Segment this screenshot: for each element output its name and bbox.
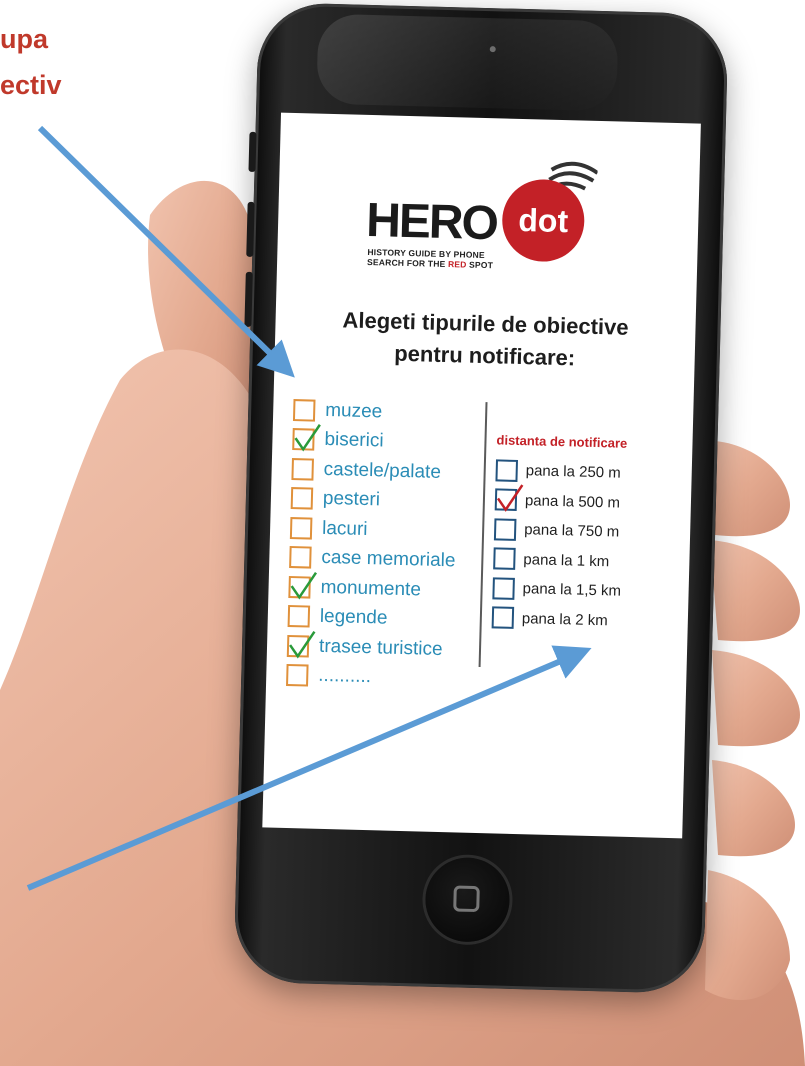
glare: [316, 13, 619, 112]
distance-checkbox[interactable]: [491, 606, 515, 630]
objective-checkbox[interactable]: [291, 457, 314, 481]
distance-checkbox[interactable]: [493, 547, 516, 571]
distance-label: pana la 1,5 km: [522, 580, 622, 600]
page-title: Alegeti tipurile de obiective pentru not…: [294, 303, 676, 377]
column-divider: [478, 402, 488, 668]
corner-caption: upa ectiv: [0, 16, 62, 108]
objective-type-item[interactable]: monumente: [288, 571, 455, 606]
distance-option[interactable]: pana la 750 m: [493, 514, 625, 547]
objective-label: ..........: [318, 665, 372, 688]
distance-label: pana la 750 m: [523, 521, 620, 541]
tagline-red: RED: [447, 259, 467, 270]
tagline-line2: SEARCH FOR THE RED SPOT: [367, 257, 493, 270]
distance-checkbox[interactable]: [493, 518, 517, 541]
objective-label: legende: [319, 606, 388, 629]
caption-line2: ectiv: [0, 70, 62, 100]
distance-options-list: pana la 250 m pana la 500 m pana la 750 m p…: [491, 455, 626, 635]
objective-label: muzee: [324, 399, 383, 423]
distance-option[interactable]: pana la 1,5 km: [492, 573, 623, 606]
logo-dot-text: dot: [517, 201, 569, 239]
logo-dot-circle: dot: [501, 178, 586, 263]
objective-type-item[interactable]: pesteri: [290, 484, 458, 518]
distance-label: pana la 500 m: [524, 491, 621, 512]
objective-type-list: muzee biserici castele/palate pesteri lacuri…: [286, 395, 460, 694]
distance-option[interactable]: pana la 2 km: [491, 603, 622, 636]
objective-label: lacuri: [321, 517, 368, 540]
distance-checkbox[interactable]: [494, 484, 524, 513]
tagline-prefix: SEARCH FOR THE: [367, 256, 449, 270]
distance-label: pana la 1 km: [523, 550, 610, 571]
tagline-suffix: SPOT: [466, 259, 494, 271]
objective-label: biserici: [324, 429, 384, 452]
caption-line1: upa: [0, 24, 49, 54]
objective-type-item[interactable]: castele/palate: [291, 454, 458, 488]
phone: HERO dot HISTORY GUIDE BY PHONE SEARCH F…: [233, 2, 729, 994]
objective-checkbox[interactable]: [288, 571, 318, 600]
objective-label: trasee turistice: [318, 635, 443, 660]
objective-checkbox[interactable]: [292, 398, 316, 422]
checkmark-icon: [294, 424, 321, 452]
checkmark-icon: [290, 571, 318, 600]
screen: HERO dot HISTORY GUIDE BY PHONE SEARCH F…: [262, 112, 701, 839]
objective-checkbox[interactable]: [292, 424, 321, 452]
objective-checkbox[interactable]: [290, 487, 314, 510]
distance-title: distanta de notificare: [496, 432, 628, 451]
mute-switch: [248, 131, 257, 172]
objective-type-item[interactable]: trasee turistice: [286, 630, 454, 665]
objective-label: pesteri: [322, 488, 381, 511]
herodot-logo: HERO dot HISTORY GUIDE BY PHONE SEARCH F…: [365, 155, 628, 272]
volume-down-button: [244, 271, 253, 327]
checkmark-icon: [289, 630, 316, 659]
logo-hero-text: HERO: [365, 193, 498, 251]
objective-checkbox[interactable]: [289, 516, 313, 540]
home-button[interactable]: [424, 856, 511, 943]
home-square-icon: [453, 885, 480, 913]
distance-checkbox[interactable]: [492, 577, 515, 600]
checkmark-icon: [496, 484, 524, 513]
objective-type-item[interactable]: ..........: [286, 660, 453, 694]
volume-up-button: [246, 201, 255, 257]
objective-type-item[interactable]: lacuri: [289, 513, 457, 547]
objective-label: castele/palate: [323, 458, 442, 483]
distance-label: pana la 250 m: [525, 462, 621, 482]
distance-checkbox[interactable]: [495, 459, 519, 482]
objective-label: case memoriale: [321, 547, 456, 572]
objective-label: monumente: [320, 576, 422, 601]
objective-checkbox[interactable]: [286, 630, 316, 659]
distance-option[interactable]: pana la 1 km: [493, 544, 624, 577]
distance-panel: distanta de notificare pana la 250 m pana…: [491, 432, 627, 635]
objective-type-item[interactable]: biserici: [292, 424, 459, 459]
objective-checkbox[interactable]: [286, 664, 309, 687]
distance-option[interactable]: pana la 500 m: [494, 484, 626, 518]
logo-tagline: HISTORY GUIDE BY PHONE SEARCH FOR THE RE…: [367, 247, 493, 270]
objective-checkbox[interactable]: [287, 605, 311, 628]
objective-checkbox[interactable]: [289, 546, 312, 569]
distance-label: pana la 2 km: [521, 609, 608, 630]
